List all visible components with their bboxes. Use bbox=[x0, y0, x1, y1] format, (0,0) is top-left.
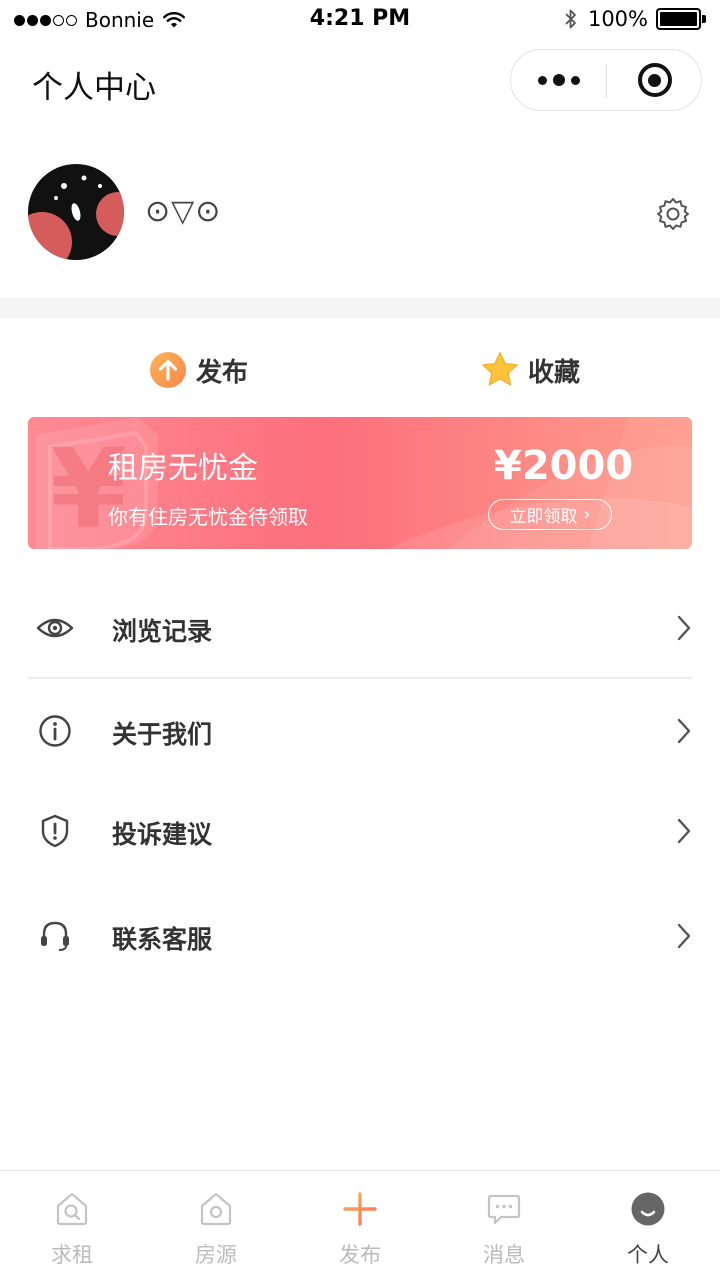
settings-gear-icon[interactable] bbox=[655, 196, 691, 232]
menu-item-label: 关于我们 bbox=[112, 720, 213, 749]
publish-shortcut[interactable]: 发布 bbox=[148, 344, 248, 396]
more-dot-icon bbox=[570, 75, 580, 85]
miniprogram-capsule bbox=[510, 49, 702, 111]
claim-button-label: 立即领取 bbox=[509, 507, 578, 527]
tab-listings[interactable]: 房源 bbox=[144, 1171, 288, 1280]
avatar-image bbox=[28, 164, 124, 260]
page-title: 个人中心 bbox=[32, 70, 156, 106]
more-dot-icon bbox=[552, 74, 565, 86]
menu-item-label: 联系客服 bbox=[112, 925, 213, 954]
battery-icon bbox=[656, 8, 706, 30]
chevron-right-icon bbox=[677, 615, 691, 641]
menu-item-about[interactable]: 关于我们 bbox=[28, 681, 692, 781]
target-icon bbox=[637, 63, 672, 97]
user-nickname: ⊙▽⊙ bbox=[145, 194, 222, 229]
house-icon bbox=[200, 1192, 232, 1226]
banner-subtitle: 你有住房无忧金待领取 bbox=[108, 505, 308, 529]
search-house-icon bbox=[56, 1192, 88, 1226]
info-icon bbox=[39, 715, 71, 747]
menu-item-label: 浏览记录 bbox=[112, 617, 213, 646]
chevron-right-icon bbox=[677, 818, 691, 844]
status-right: 100% bbox=[564, 7, 706, 31]
message-icon bbox=[487, 1194, 521, 1225]
tab-bar: 求租 房源 发布 消息 个人 bbox=[0, 1170, 720, 1280]
profile-icon bbox=[631, 1192, 665, 1226]
favorites-label: 收藏 bbox=[528, 357, 581, 388]
more-dot-icon bbox=[537, 75, 547, 85]
menu-divider bbox=[28, 677, 692, 679]
claim-button[interactable]: 立即领取 › bbox=[488, 499, 612, 530]
tab-label: 发布 bbox=[339, 1243, 381, 1267]
tab-publish[interactable]: 发布 bbox=[288, 1171, 432, 1280]
status-bar: Bonnie 4:21 PM 100% bbox=[0, 0, 720, 40]
chevron-right-icon bbox=[677, 718, 691, 744]
shield-alert-icon bbox=[41, 814, 69, 848]
tab-label: 求租 bbox=[51, 1243, 93, 1267]
close-miniprogram-button[interactable] bbox=[607, 50, 702, 110]
nav-bar: 个人中心 bbox=[0, 40, 720, 120]
tab-rent-request[interactable]: 求租 bbox=[0, 1171, 144, 1280]
tab-label: 消息 bbox=[483, 1243, 525, 1267]
banner-title: 租房无忧金 bbox=[108, 451, 258, 486]
avatar[interactable] bbox=[28, 164, 124, 260]
menu-item-label: 投诉建议 bbox=[112, 820, 213, 849]
bluetooth-icon bbox=[565, 9, 576, 29]
rental-bonus-banner[interactable]: ¥ 租房无忧金 你有住房无忧金待领取 ¥2000 立即领取 › bbox=[28, 417, 692, 549]
favorites-shortcut[interactable]: 收藏 bbox=[480, 344, 580, 396]
chevron-right-icon: › bbox=[583, 504, 591, 525]
star-icon bbox=[482, 351, 518, 386]
profile-header: ⊙▽⊙ bbox=[0, 150, 720, 280]
tab-profile[interactable]: 个人 bbox=[576, 1171, 720, 1280]
upload-arrow-icon bbox=[150, 352, 186, 388]
menu-item-feedback[interactable]: 投诉建议 bbox=[28, 781, 692, 881]
headset-icon bbox=[41, 921, 69, 951]
section-separator bbox=[0, 298, 720, 318]
tab-label: 个人 bbox=[627, 1243, 669, 1267]
eye-icon bbox=[36, 618, 74, 638]
tab-messages[interactable]: 消息 bbox=[432, 1171, 576, 1280]
tab-label: 房源 bbox=[195, 1243, 237, 1267]
menu-item-history[interactable]: 浏览记录 bbox=[28, 578, 692, 678]
chevron-right-icon bbox=[677, 923, 691, 949]
plus-icon bbox=[343, 1192, 377, 1226]
menu-item-support[interactable]: 联系客服 bbox=[28, 886, 692, 986]
more-button[interactable] bbox=[511, 50, 606, 110]
quick-actions: 发布 收藏 bbox=[0, 344, 720, 396]
battery-percent: 100% bbox=[587, 7, 648, 31]
publish-label: 发布 bbox=[196, 357, 249, 388]
banner-amount: ¥2000 bbox=[494, 443, 634, 489]
